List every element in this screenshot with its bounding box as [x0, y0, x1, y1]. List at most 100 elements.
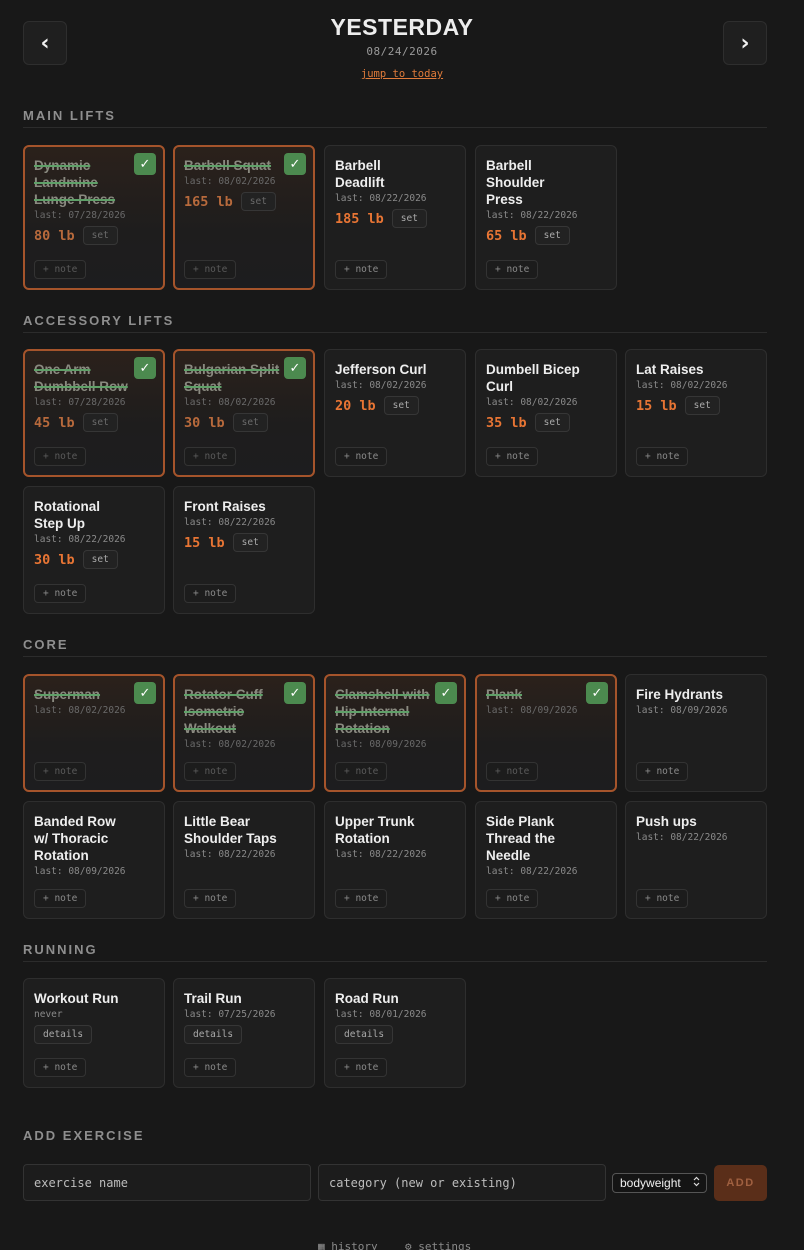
add-note-button[interactable]: + note [184, 260, 237, 279]
exercise-card[interactable]: Upper Trunk Rotation last: 08/22/2026 + no… [324, 801, 466, 919]
add-note-button[interactable]: + note [184, 762, 237, 781]
category-input[interactable] [318, 1164, 606, 1201]
section-title-main-lifts: MAIN LIFTS [23, 108, 767, 128]
add-note-button[interactable]: + note [34, 762, 87, 781]
weight-value[interactable]: 165 lb [184, 194, 233, 210]
set-button[interactable]: set [383, 396, 419, 415]
exercise-card[interactable]: Trail Run last: 07/25/2026 details + note [173, 978, 315, 1088]
weight-value[interactable]: 30 lb [184, 415, 225, 431]
add-note-button[interactable]: + note [636, 447, 689, 466]
add-note-button[interactable]: + note [636, 889, 689, 908]
set-button[interactable]: set [534, 226, 570, 245]
exercise-card[interactable]: Road Run last: 08/01/2026 details + note [324, 978, 466, 1088]
settings-link[interactable]: ⚙ settings [405, 1240, 471, 1250]
weight-value[interactable]: 35 lb [486, 415, 527, 431]
set-button[interactable]: set [82, 550, 118, 569]
section-title-core: CORE [23, 637, 767, 657]
weight-value[interactable]: 45 lb [34, 415, 75, 431]
add-note-button[interactable]: + note [34, 260, 87, 279]
last-done-date: never [34, 1009, 63, 1020]
add-note-button[interactable]: + note [335, 260, 388, 279]
add-note-button[interactable]: + note [34, 1058, 87, 1077]
add-note-button[interactable]: + note [34, 584, 87, 603]
add-note-button[interactable]: + note [335, 1058, 388, 1077]
check-icon[interactable]: ✓ [284, 153, 306, 175]
weight-value[interactable]: 185 lb [335, 211, 384, 227]
exercise-name: Lat Raises [636, 362, 704, 377]
details-button[interactable]: details [34, 1025, 93, 1044]
exercise-card[interactable]: One Arm Dumbbell Row last: 07/28/2026 45 l… [23, 349, 165, 477]
exercise-card[interactable]: Bulgarian Split Squat last: 08/02/2026 30 … [173, 349, 315, 477]
history-link[interactable]: ▦ history [318, 1240, 378, 1250]
exercise-card[interactable]: Plank last: 08/09/2026 + note ✓ [475, 674, 617, 792]
weight-value[interactable]: 30 lb [34, 552, 75, 568]
check-icon[interactable]: ✓ [134, 682, 156, 704]
exercise-card[interactable]: Dynamic Landmine Lunge Press last: 07/28/… [23, 145, 165, 290]
add-button[interactable]: ADD [714, 1165, 767, 1201]
exercise-card[interactable]: Superman last: 08/02/2026 + note ✓ [23, 674, 165, 792]
weight-value[interactable]: 65 lb [486, 228, 527, 244]
exercise-card[interactable]: Little Bear Shoulder Taps last: 08/22/202… [173, 801, 315, 919]
add-note-button[interactable]: + note [34, 889, 87, 908]
set-button[interactable]: set [232, 413, 268, 432]
weight-value[interactable]: 15 lb [636, 398, 677, 414]
add-note-button[interactable]: + note [335, 762, 388, 781]
exercise-card[interactable]: Banded Row w/ Thoracic Rotation last: 08/… [23, 801, 165, 919]
weight-value[interactable]: 80 lb [34, 228, 75, 244]
jump-to-today-link[interactable]: jump to today [361, 68, 443, 80]
last-done-date: last: 08/22/2026 [34, 534, 126, 545]
exercise-card[interactable]: Barbell Deadlift last: 08/22/2026 185 lb se… [324, 145, 466, 290]
exercise-card[interactable]: Rotational Step Up last: 08/22/2026 30 lb s… [23, 486, 165, 614]
exercise-card[interactable]: Front Raises last: 08/22/2026 15 lb set + no… [173, 486, 315, 614]
exercise-name: Push ups [636, 814, 697, 829]
exercise-name-input[interactable] [23, 1164, 311, 1201]
last-done-date: last: 08/09/2026 [335, 739, 427, 750]
check-icon[interactable]: ✓ [586, 682, 608, 704]
add-note-button[interactable]: + note [486, 762, 539, 781]
check-icon[interactable]: ✓ [134, 357, 156, 379]
set-button[interactable]: set [534, 413, 570, 432]
exercise-card[interactable]: Dumbell Bicep Curl last: 08/02/2026 35 lb s… [475, 349, 617, 477]
set-button[interactable]: set [240, 192, 276, 211]
add-note-button[interactable]: + note [486, 447, 539, 466]
add-note-button[interactable]: + note [184, 889, 237, 908]
exercise-card[interactable]: Fire Hydrants last: 08/09/2026 + note [625, 674, 767, 792]
exercise-card[interactable]: Clamshell with Hip Internal Rotation last… [324, 674, 466, 792]
exercise-card[interactable]: Barbell Squat last: 08/02/2026 165 lb set + … [173, 145, 315, 290]
add-note-button[interactable]: + note [486, 889, 539, 908]
exercise-card[interactable]: Lat Raises last: 08/02/2026 15 lb set + note [625, 349, 767, 477]
next-day-button[interactable]: › [723, 21, 767, 65]
weight-value[interactable]: 20 lb [335, 398, 376, 414]
check-icon[interactable]: ✓ [134, 153, 156, 175]
add-note-button[interactable]: + note [184, 447, 237, 466]
add-note-button[interactable]: + note [636, 762, 689, 781]
set-button[interactable]: set [82, 413, 118, 432]
exercise-card[interactable]: Workout Run never details + note [23, 978, 165, 1088]
add-note-button[interactable]: + note [335, 889, 388, 908]
add-note-button[interactable]: + note [34, 447, 87, 466]
last-done-date: last: 08/22/2026 [184, 517, 276, 528]
exercise-card[interactable]: Jefferson Curl last: 08/02/2026 20 lb set + … [324, 349, 466, 477]
details-button[interactable]: details [335, 1025, 394, 1044]
details-button[interactable]: details [184, 1025, 243, 1044]
check-icon[interactable]: ✓ [284, 357, 306, 379]
add-note-button[interactable]: + note [486, 260, 539, 279]
exercise-type-select[interactable]: bodyweight [612, 1173, 707, 1193]
set-button[interactable]: set [82, 226, 118, 245]
set-button[interactable]: set [232, 533, 268, 552]
add-note-button[interactable]: + note [335, 447, 388, 466]
check-icon[interactable]: ✓ [284, 682, 306, 704]
exercise-card[interactable]: Rotator Cuff Isometric Walkout last: 08/0… [173, 674, 315, 792]
exercise-card[interactable]: Side Plank Thread the Needle last: 08/22/… [475, 801, 617, 919]
exercise-card[interactable]: Push ups last: 08/22/2026 + note [625, 801, 767, 919]
last-done-date: last: 08/02/2026 [335, 380, 427, 391]
last-done-date: last: 08/22/2026 [335, 193, 427, 204]
check-icon[interactable]: ✓ [435, 682, 457, 704]
set-button[interactable]: set [684, 396, 720, 415]
exercise-name: Barbell Shoulder Press [486, 158, 545, 207]
add-note-button[interactable]: + note [184, 584, 237, 603]
weight-value[interactable]: 15 lb [184, 535, 225, 551]
exercise-card[interactable]: Barbell Shoulder Press last: 08/22/2026 65… [475, 145, 617, 290]
set-button[interactable]: set [391, 209, 427, 228]
add-note-button[interactable]: + note [184, 1058, 237, 1077]
